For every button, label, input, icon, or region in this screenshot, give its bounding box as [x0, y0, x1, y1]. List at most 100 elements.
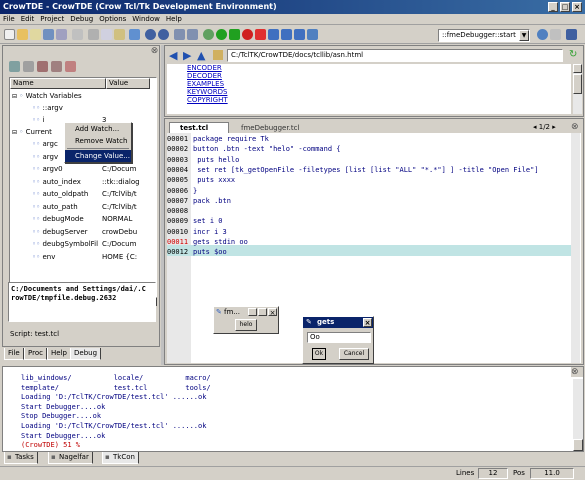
column-header-name[interactable]: Name — [10, 78, 106, 89]
tree-row[interactable]: ◦◦ debugServer crowDebu — [32, 226, 156, 238]
find-icon[interactable] — [129, 29, 140, 40]
close-button[interactable]: × — [268, 308, 277, 317]
step-over-icon[interactable] — [281, 29, 292, 40]
close-button[interactable]: × — [572, 2, 582, 12]
panel-close-icon[interactable]: ⊗ — [149, 46, 160, 57]
outdent-icon[interactable] — [187, 29, 198, 40]
scroll-up-icon[interactable] — [573, 64, 582, 73]
debugger-proc-select[interactable]: ::fmeDebugger::start ▼ — [438, 29, 530, 42]
console-close-icon[interactable]: ⊗ — [571, 367, 583, 377]
tree-row[interactable]: ◦◦ auto_index::tk::dialog — [32, 176, 156, 188]
tab-help[interactable]: Help — [47, 348, 71, 360]
tab-tkcon[interactable]: ▪ TkCon — [102, 452, 139, 464]
search-icon[interactable] — [537, 29, 548, 40]
open-project-icon[interactable] — [30, 29, 41, 40]
menu-project[interactable]: Project — [37, 14, 67, 25]
step-into-icon[interactable] — [268, 29, 279, 40]
tab-nagelfar[interactable]: ▪ Nagelfar — [48, 452, 93, 464]
undo-icon[interactable] — [145, 29, 156, 40]
scrollbar-thumb[interactable] — [573, 439, 583, 451]
tab-fmedebugger-tcl[interactable]: fmeDebugger.tcl — [229, 123, 309, 133]
scrollbar-thumb[interactable] — [573, 74, 582, 94]
menu-edit[interactable]: Edit — [18, 14, 38, 25]
run-icon[interactable] — [216, 29, 227, 40]
folder-icon[interactable] — [213, 50, 223, 60]
cancel-button[interactable]: Cancel — [339, 348, 369, 360]
forward-arrow-icon[interactable]: ▶ — [183, 50, 191, 61]
menu-file[interactable]: File — [0, 14, 18, 25]
help-icon[interactable] — [566, 29, 577, 40]
link-decoder[interactable]: DECODER — [187, 72, 571, 80]
link-examples[interactable]: EXAMPLES — [187, 80, 571, 88]
link-copyright[interactable]: COPYRIGHT — [187, 96, 571, 104]
menu-change-value[interactable]: Change Value... — [65, 150, 131, 162]
menu-options[interactable]: Options — [96, 14, 129, 25]
tab-close-icon[interactable]: ⊗ — [571, 122, 579, 132]
cut-icon[interactable] — [88, 29, 99, 40]
back-arrow-icon[interactable]: ◀ — [169, 50, 177, 61]
maximize-button[interactable] — [258, 308, 267, 316]
indent-icon[interactable] — [174, 29, 185, 40]
home-icon[interactable]: ▲ — [197, 50, 205, 61]
chevron-down-icon[interactable]: ▼ — [519, 30, 529, 41]
tree-group-current[interactable]: ⊟ ◦ Current — [12, 126, 52, 138]
url-field[interactable]: C:/TclTK/CrowTDE/docs/tcllib/asn.html — [227, 49, 563, 62]
tree-row[interactable]: ◦◦ debugMode NORMAL — [32, 213, 156, 225]
break-icon[interactable] — [255, 29, 266, 40]
console-vertical-scrollbar[interactable] — [573, 379, 583, 451]
debug-run-icon[interactable] — [229, 29, 240, 40]
menu-add-watch[interactable]: Add Watch... — [65, 123, 131, 135]
link-keywords[interactable]: KEYWORDS — [187, 88, 571, 96]
copy-icon[interactable] — [101, 29, 112, 40]
tab-prev-icon[interactable]: ◂ — [533, 123, 537, 131]
paste-icon[interactable] — [114, 29, 125, 40]
browser-vertical-scrollbar[interactable] — [573, 64, 582, 114]
run-to-cursor-icon[interactable] — [307, 29, 318, 40]
tree-row[interactable]: ◦◦ auto_oldpath C:/TclVib/t — [32, 188, 156, 200]
add-watch-icon[interactable] — [9, 61, 20, 72]
collapse-icon[interactable]: ⊟ — [12, 129, 17, 136]
tree-group-watch[interactable]: ⊟ ◦ Watch Variables — [12, 90, 82, 102]
ok-button[interactable]: Ok — [312, 348, 326, 360]
tab-test-tcl[interactable]: test.tcl — [169, 122, 229, 133]
tab-tasks[interactable]: ▪ Tasks — [4, 452, 38, 464]
tab-file[interactable]: File — [4, 348, 24, 360]
menu-debug[interactable]: Debug — [67, 14, 96, 25]
redo-icon[interactable] — [158, 29, 169, 40]
refresh-icon[interactable] — [51, 61, 62, 72]
gets-input-field[interactable]: Oo — [307, 332, 371, 343]
editor-vertical-scrollbar[interactable] — [571, 133, 580, 363]
stop-icon[interactable] — [242, 29, 253, 40]
go-icon[interactable]: ↻ — [569, 50, 577, 60]
tree-row[interactable]: ◦◦ deubgSymbolFil C:/Docum — [32, 238, 156, 250]
collapse-icon[interactable]: ⊟ — [12, 93, 17, 100]
menu-help[interactable]: Help — [163, 14, 185, 25]
tree-row[interactable]: ◦◦ env HOME {C: — [32, 251, 156, 263]
remove-watch-icon[interactable] — [23, 61, 34, 72]
save-icon[interactable] — [43, 29, 54, 40]
close-button[interactable]: × — [363, 318, 372, 327]
settings-gear-icon[interactable] — [203, 29, 214, 40]
tab-next-icon[interactable]: ▸ — [552, 123, 556, 131]
tree-row[interactable]: ◦◦ ::argv — [32, 102, 152, 114]
tree-row[interactable]: ◦◦ auto_path C:/TclVib/t — [32, 201, 156, 213]
minimize-button[interactable]: _ — [548, 2, 558, 12]
maximize-button[interactable]: □ — [560, 2, 570, 12]
helo-button[interactable]: helo — [235, 319, 257, 331]
clear-watch-icon[interactable] — [37, 61, 48, 72]
find-next-icon[interactable] — [550, 29, 561, 40]
console-pane[interactable]: ⊗ lib_windows/ locale/ macro/template/ t… — [2, 366, 584, 452]
link-encoder[interactable]: ENCODER — [187, 64, 571, 72]
save-all-icon[interactable] — [56, 29, 67, 40]
tab-proc[interactable]: Proc — [24, 348, 47, 360]
edit-value-icon[interactable] — [65, 61, 76, 72]
tree-row[interactable]: ◦◦ argv0 C:/Docum — [32, 163, 156, 175]
new-file-icon[interactable] — [4, 29, 15, 40]
tab-debug[interactable]: Debug — [70, 348, 102, 360]
menu-remove-watch[interactable]: Remove Watch — [65, 135, 131, 147]
print-icon[interactable] — [72, 29, 83, 40]
minimize-button[interactable] — [248, 308, 257, 316]
step-out-icon[interactable] — [294, 29, 305, 40]
open-folder-icon[interactable] — [17, 29, 28, 40]
column-header-value[interactable]: Value — [106, 78, 150, 89]
